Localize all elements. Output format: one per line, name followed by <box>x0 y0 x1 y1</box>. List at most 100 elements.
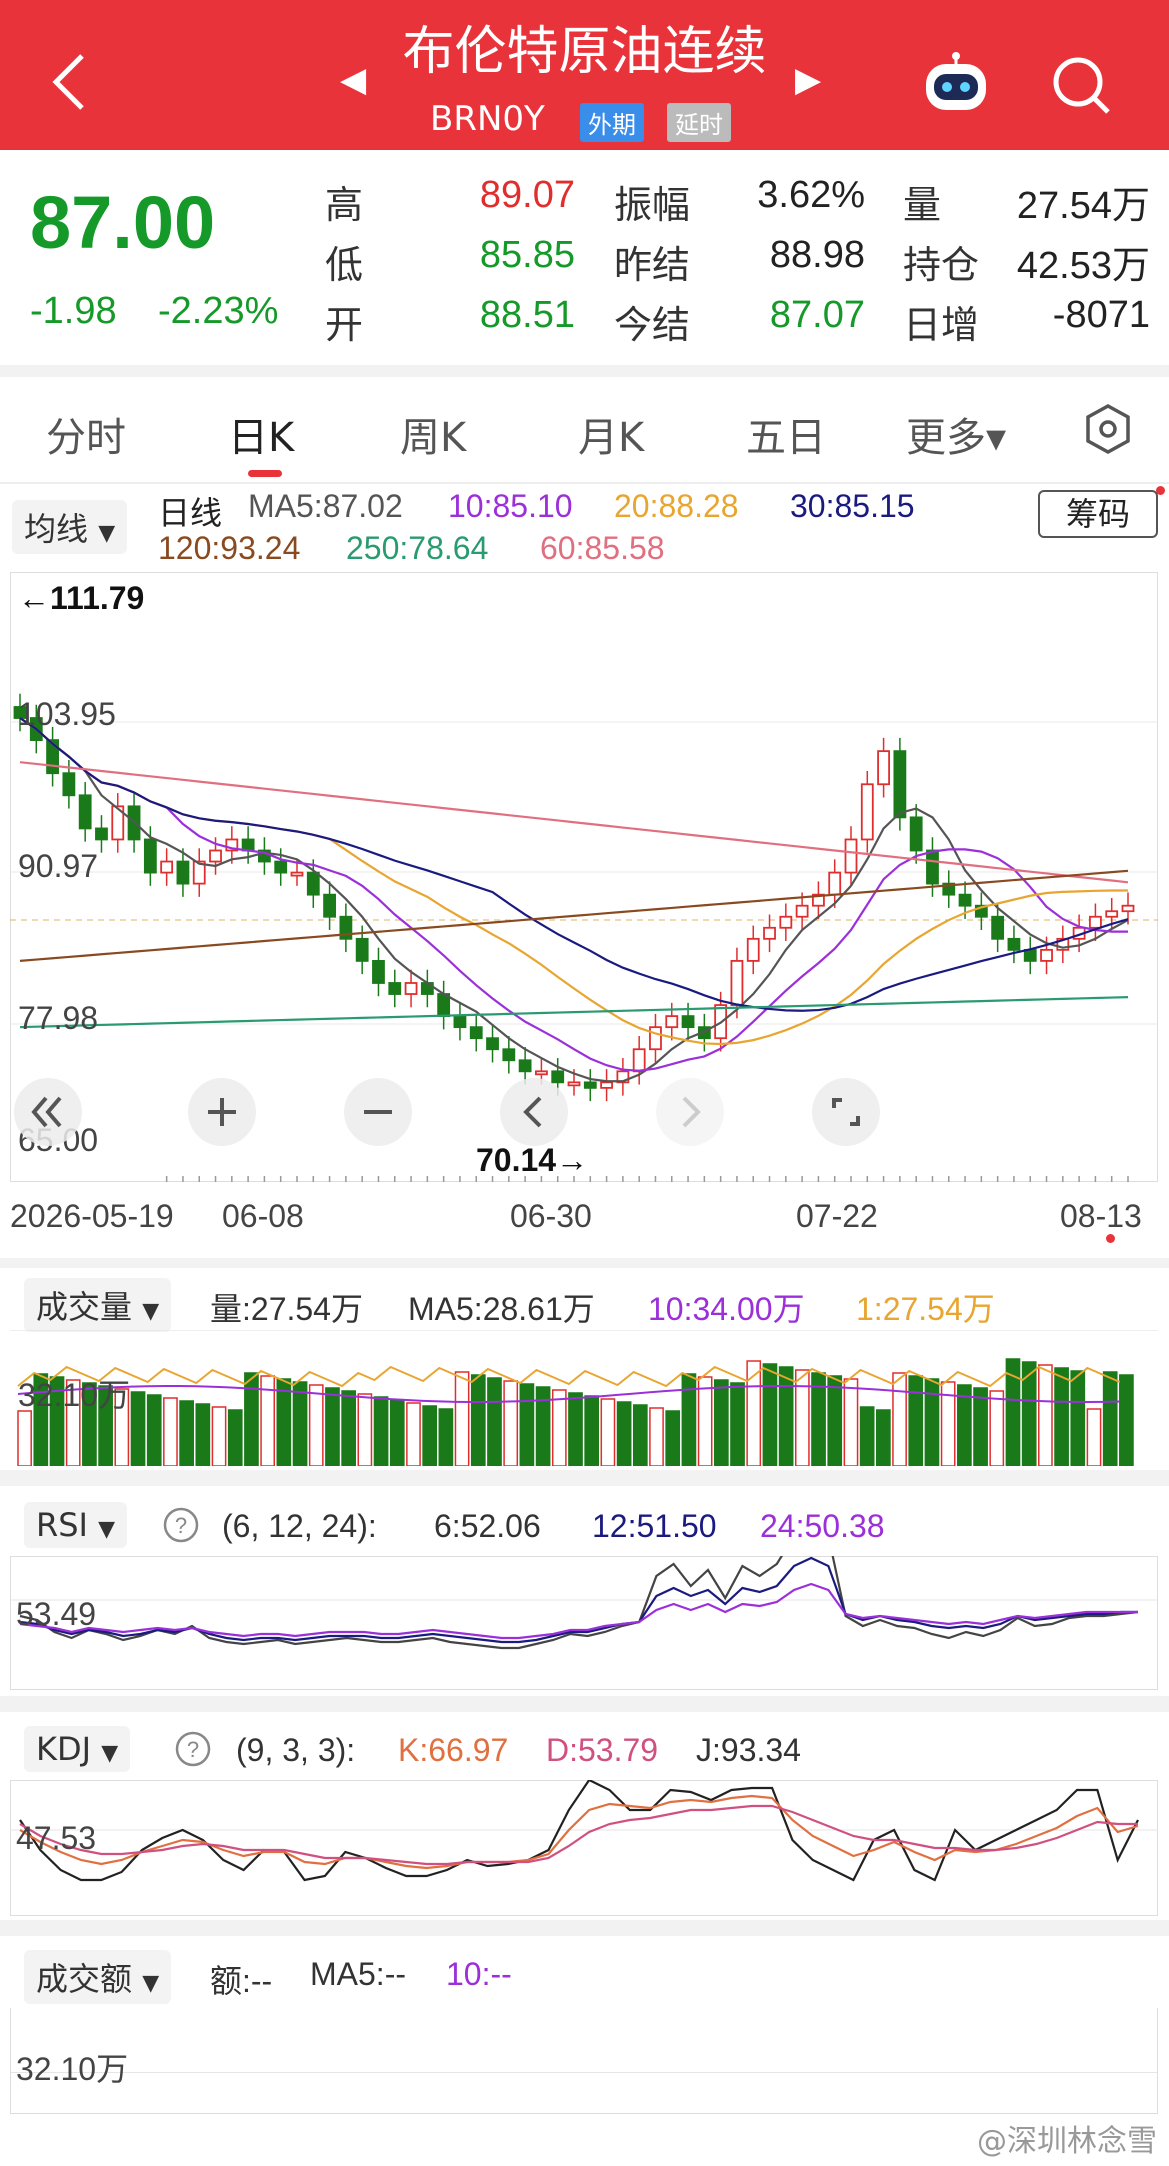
rsi24-legend: 24:50.38 <box>760 1508 885 1544</box>
divider <box>0 1470 1169 1486</box>
volume-selector[interactable]: 成交量 ▼ <box>24 1278 172 1332</box>
candle <box>469 1026 483 1040</box>
scroll-left-icon[interactable] <box>498 1076 570 1148</box>
tab-monthly-k[interactable]: 月K <box>578 405 644 463</box>
zoom-in-icon[interactable] <box>186 1076 258 1148</box>
volume-label: 量 <box>903 183 942 227</box>
volume-ma10-legend: 10:34.00万 <box>648 1291 805 1327</box>
candle <box>1121 904 1135 913</box>
volume-bar <box>778 1366 794 1466</box>
amount-selector[interactable]: 成交额 ▼ <box>24 1950 172 2004</box>
candle <box>958 893 972 907</box>
max-price-note: ←111.79 <box>18 580 145 616</box>
tab-daily-k[interactable]: 日K <box>228 405 294 463</box>
volume-bar <box>762 1363 778 1466</box>
fullscreen-icon[interactable] <box>810 1076 882 1148</box>
candle <box>388 982 402 995</box>
dropdown-caret-icon: ▼ <box>98 521 116 546</box>
scroll-right-icon[interactable] <box>654 1076 726 1148</box>
latest-marker-dot <box>1106 1234 1115 1243</box>
candle <box>95 827 108 841</box>
rsi12-legend: 12:51.50 <box>592 1508 717 1544</box>
amount-ma10-legend: 10:-- <box>446 1956 512 1992</box>
divider <box>0 1920 1169 1936</box>
help-icon[interactable]: ? <box>162 1506 200 1544</box>
dropdown-caret-icon: ▼ <box>142 1971 160 1996</box>
settings-hexagon-icon[interactable] <box>1082 403 1134 455</box>
chip-distribution-button[interactable]: 筹码 <box>1038 490 1158 538</box>
candle <box>306 871 320 896</box>
volume-bar <box>211 1406 227 1466</box>
daily-change-value: -8071 <box>1052 294 1150 336</box>
volume-legend: 量:27.54万 <box>210 1291 363 1327</box>
volume-bar <box>470 1374 486 1466</box>
period-label: 日线 <box>158 495 223 531</box>
candle <box>779 915 793 929</box>
tab-weekly-k[interactable]: 周K <box>400 405 466 463</box>
prev-settle-value: 88.98 <box>769 234 865 276</box>
volume-bar <box>989 1390 1005 1466</box>
candle <box>681 1015 695 1029</box>
kline-chart[interactable] <box>10 572 1158 1182</box>
search-icon[interactable] <box>1048 52 1114 118</box>
help-icon[interactable]: ? <box>174 1730 212 1768</box>
volume-chart[interactable] <box>10 1330 1158 1466</box>
candle <box>453 1015 467 1029</box>
date-label-2: 06-08 <box>222 1198 304 1234</box>
zoom-out-full-icon[interactable] <box>12 1076 84 1148</box>
volume-bar <box>357 1393 373 1466</box>
volume-bar <box>649 1407 664 1466</box>
candle <box>1023 948 1037 962</box>
volume-bar <box>519 1383 535 1466</box>
date-label-5: 08-13 <box>1060 1198 1142 1234</box>
tab-intraday[interactable]: 分时 <box>46 405 126 463</box>
low-value: 85.85 <box>479 234 575 276</box>
rsi-selector[interactable]: RSI ▼ <box>24 1502 128 1548</box>
candle <box>209 849 222 863</box>
rsi-chart[interactable] <box>10 1556 1158 1690</box>
volume-bar <box>616 1401 632 1466</box>
candle <box>583 1081 597 1089</box>
rsi-params: (6, 12, 24): <box>222 1508 377 1544</box>
volume-bar <box>292 1381 308 1466</box>
kdj-d-legend: D:53.79 <box>546 1732 659 1768</box>
candle <box>991 915 1005 940</box>
candle <box>567 1081 581 1087</box>
volume-bar <box>438 1408 454 1466</box>
candle <box>143 838 157 874</box>
kdj-chart[interactable] <box>10 1780 1158 1916</box>
candle <box>730 960 744 1006</box>
zoom-out-icon[interactable] <box>342 1076 414 1148</box>
candle <box>404 982 418 995</box>
ma-selector[interactable]: 均线 ▼ <box>12 500 128 554</box>
robot-assistant-icon[interactable] <box>918 52 994 118</box>
settle-value: 87.07 <box>769 294 865 336</box>
kdj-d-line <box>19 1804 1138 1866</box>
date-label-3: 06-30 <box>510 1198 592 1234</box>
candle <box>323 893 336 918</box>
volume-bar <box>730 1382 745 1466</box>
tab-more[interactable]: 更多▾ <box>906 405 1006 463</box>
watermark: @深圳林念雪 <box>977 2124 1157 2159</box>
candle <box>795 904 809 918</box>
volume-selector-label: 成交量 <box>36 1288 133 1326</box>
foreign-tag: 外期 <box>580 103 644 142</box>
ma250-line <box>19 996 1129 1029</box>
tab-five-day[interactable]: 五日 <box>746 405 826 463</box>
rsi6-legend: 6:52.06 <box>434 1508 541 1544</box>
kdj-selector[interactable]: KDJ ▼ <box>24 1726 131 1772</box>
dropdown-caret-icon: ▼ <box>142 1299 160 1324</box>
volume-bar <box>794 1369 810 1466</box>
amount-ma5-legend: MA5:-- <box>310 1956 406 1992</box>
ma60-legend: 60:85.58 <box>540 530 665 566</box>
svg-text:?: ? <box>175 1513 187 1538</box>
kdj-k-legend: K:66.97 <box>398 1732 509 1768</box>
daily-change-label: 日增 <box>903 303 980 347</box>
next-contract-icon[interactable]: ▶ <box>795 60 821 100</box>
volume-bar <box>827 1375 843 1466</box>
amount-chart[interactable] <box>10 2008 1158 2114</box>
volume-bar <box>1119 1374 1134 1466</box>
volume-ma5-legend: MA5:28.61万 <box>408 1291 595 1327</box>
notification-dot <box>1156 486 1165 495</box>
y-label-2: 103.95 <box>18 696 116 732</box>
